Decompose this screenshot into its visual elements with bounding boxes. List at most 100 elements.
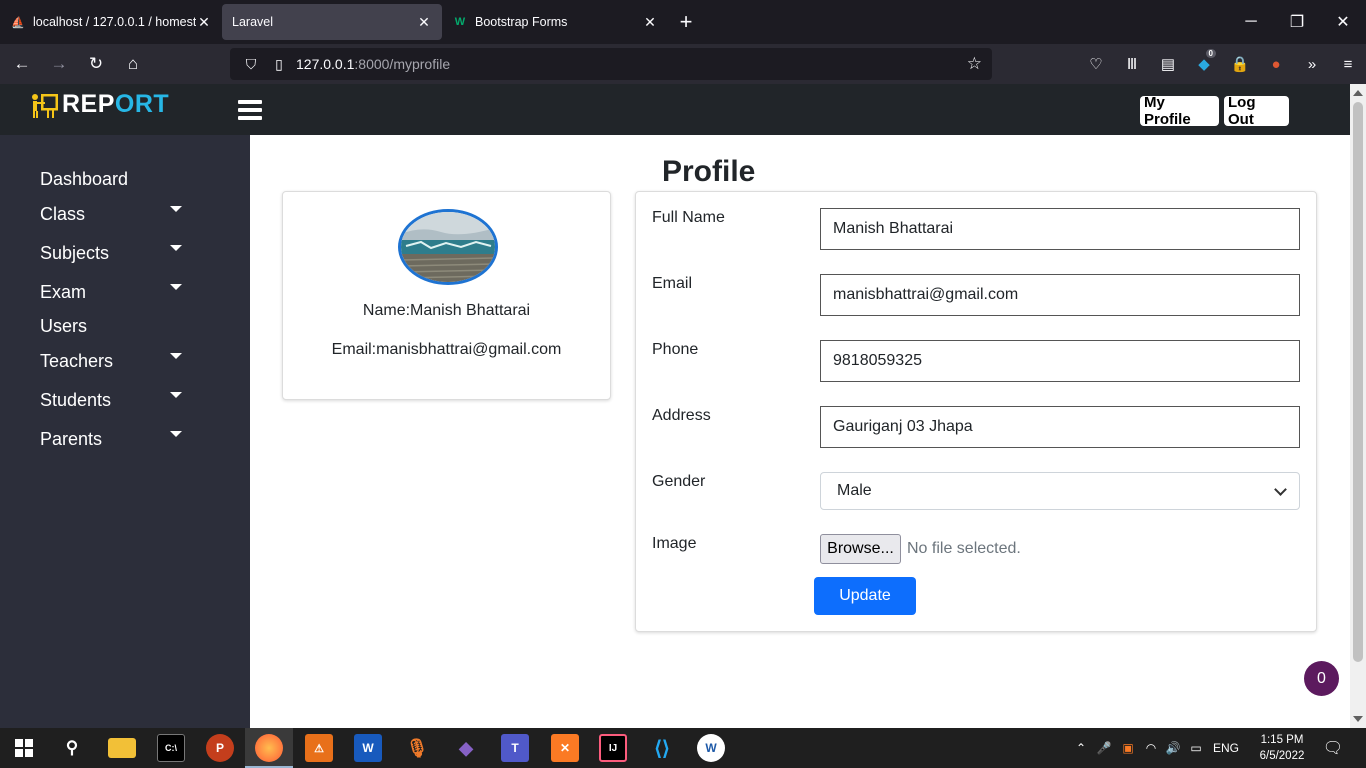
- xampp-icon[interactable]: ✕: [551, 734, 579, 762]
- back-icon[interactable]: ←: [4, 48, 40, 80]
- minimize-icon[interactable]: ─: [1228, 0, 1274, 44]
- full-name-input[interactable]: [820, 208, 1300, 250]
- caret-down-icon: [170, 206, 182, 212]
- sidebar-item-label: Parents: [40, 428, 103, 449]
- sidebar-item-parents[interactable]: Parents: [40, 424, 190, 454]
- sidebar-item-label: Dashboard: [40, 168, 129, 189]
- pocket-icon[interactable]: ♡: [1078, 55, 1114, 73]
- close-icon[interactable]: ✕: [416, 14, 432, 31]
- my-profile-button[interactable]: My Profile: [1140, 94, 1219, 128]
- tab-phpmyadmin[interactable]: ⛵ localhost / 127.0.0.1 / homestead ✕: [0, 4, 222, 40]
- address-bar[interactable]: ⛉ ▯ 127.0.0.1:8000/myprofile ☆: [230, 48, 992, 80]
- battery-icon[interactable]: ▭: [1184, 741, 1208, 755]
- sidebar-item-teachers[interactable]: Teachers: [40, 346, 190, 376]
- library-icon[interactable]: Ⅲ: [1114, 55, 1150, 73]
- new-tab-button[interactable]: +: [668, 4, 704, 40]
- sidebar-item-users[interactable]: Users: [40, 311, 190, 341]
- xampp-tray-icon[interactable]: ▣: [1116, 741, 1140, 755]
- sidebar: Dashboard Class Subjects Exam Users Teac…: [0, 135, 250, 728]
- search-icon[interactable]: ⚲: [58, 734, 86, 762]
- scrollbar-thumb[interactable]: [1353, 102, 1363, 662]
- bookmark-star-icon[interactable]: ☆: [967, 54, 982, 74]
- browse-file-button[interactable]: Browse...: [820, 534, 901, 564]
- language-indicator[interactable]: ENG: [1208, 741, 1244, 755]
- app-circle-icon[interactable]: W: [697, 734, 725, 762]
- duckduckgo-icon[interactable]: ●: [1258, 56, 1294, 73]
- window-controls: ─ ❐ ✕: [1228, 0, 1366, 44]
- intellij-icon[interactable]: IJ: [599, 734, 627, 762]
- sidebar-item-exam[interactable]: Exam: [40, 277, 190, 307]
- extension-icon[interactable]: ◆ 0: [1186, 49, 1222, 73]
- restore-icon[interactable]: ❐: [1274, 0, 1320, 44]
- teacher-board-icon: [32, 93, 58, 118]
- word-icon[interactable]: W: [354, 734, 382, 762]
- image-label: Image: [652, 535, 697, 552]
- powerpoint-icon[interactable]: P: [206, 734, 234, 762]
- gender-selected-value: Male: [837, 482, 872, 499]
- email-label: Email: [652, 275, 693, 292]
- sidebar-item-dashboard[interactable]: Dashboard: [40, 164, 190, 194]
- logo[interactable]: REP ORT: [30, 90, 169, 119]
- address-input[interactable]: [820, 406, 1300, 448]
- windows-start-icon[interactable]: [10, 734, 38, 762]
- notification-icon[interactable]: 🗨: [1322, 728, 1344, 768]
- file-explorer-icon[interactable]: [108, 738, 136, 758]
- wifi-icon[interactable]: ◠: [1140, 741, 1162, 755]
- app-icon[interactable]: ⚠: [305, 734, 333, 762]
- logo-text-ort: ORT: [114, 90, 170, 118]
- file-status-text: No file selected.: [907, 540, 1021, 557]
- page-scrollbar[interactable]: [1350, 84, 1366, 728]
- email-input[interactable]: [820, 274, 1300, 316]
- page-icon: ▯: [275, 55, 283, 72]
- tab-title: Bootstrap Forms: [475, 15, 568, 29]
- hamburger-menu-icon[interactable]: [238, 100, 262, 120]
- avatar-photo: [401, 212, 495, 282]
- clock[interactable]: 1:15 PM 6/5/2022: [1252, 732, 1312, 764]
- extension-badge: 0: [1205, 49, 1216, 58]
- system-tray: ⌃ 🎤 ▣ ◠ 🔊 ▭ ENG: [1070, 728, 1244, 768]
- date: 6/5/2022: [1259, 750, 1305, 762]
- full-name-label: Full Name: [652, 209, 725, 226]
- visual-studio-icon[interactable]: ◆: [452, 734, 480, 762]
- more-tools-icon[interactable]: »: [1294, 56, 1330, 73]
- taskbar: ⚲ C:\ P ⚠ W 🎙 ◆ T ✕ IJ ⟨⟩ W ⌃ 🎤 ▣ ◠ 🔊 ▭ …: [0, 728, 1366, 768]
- main-content: Profile Name:Manish Bhattarai Email:mani…: [250, 135, 1350, 728]
- chevron-down-icon: [1274, 483, 1287, 496]
- close-icon[interactable]: ✕: [196, 14, 212, 31]
- url-path: :8000/myprofile: [354, 56, 451, 72]
- teams-icon[interactable]: T: [501, 734, 529, 762]
- sidebar-item-subjects[interactable]: Subjects: [40, 238, 190, 268]
- phone-label: Phone: [652, 341, 699, 358]
- forward-icon[interactable]: →: [41, 48, 77, 80]
- phone-input[interactable]: [820, 340, 1300, 382]
- caret-down-icon: [170, 245, 182, 251]
- scroll-down-icon[interactable]: [1353, 716, 1363, 722]
- reload-icon[interactable]: ↻: [78, 48, 114, 80]
- avatar: [398, 209, 498, 285]
- close-window-icon[interactable]: ✕: [1320, 0, 1366, 44]
- gender-select[interactable]: Male: [820, 472, 1300, 510]
- scroll-up-icon[interactable]: [1353, 90, 1363, 96]
- firefox-icon[interactable]: [255, 734, 283, 762]
- tab-bootstrap-forms[interactable]: W Bootstrap Forms ✕: [442, 4, 668, 40]
- tab-laravel[interactable]: Laravel ✕: [222, 4, 442, 40]
- volume-icon[interactable]: 🔊: [1162, 741, 1184, 755]
- update-button[interactable]: Update: [814, 577, 916, 615]
- chat-widget-button[interactable]: 0: [1304, 661, 1339, 696]
- logout-button[interactable]: Log Out: [1224, 94, 1289, 128]
- caret-down-icon: [170, 353, 182, 359]
- profile-email: Email:manisbhattrai@gmail.com: [331, 341, 562, 358]
- voice-recorder-icon[interactable]: 🎙: [403, 734, 431, 762]
- terminal-icon[interactable]: C:\: [157, 734, 185, 762]
- close-icon[interactable]: ✕: [642, 14, 658, 31]
- menu-icon[interactable]: ≡: [1330, 56, 1366, 73]
- sidebar-item-students[interactable]: Students: [40, 385, 190, 415]
- microphone-icon[interactable]: 🎤: [1092, 741, 1116, 755]
- shield-icon[interactable]: ⛉: [240, 56, 262, 73]
- vscode-icon[interactable]: ⟨⟩: [648, 734, 676, 762]
- chevron-up-icon[interactable]: ⌃: [1070, 741, 1092, 755]
- sidebar-item-class[interactable]: Class: [40, 199, 190, 229]
- lock-extension-icon[interactable]: 🔒: [1222, 55, 1258, 73]
- sidebar-icon[interactable]: ▤: [1150, 55, 1186, 73]
- home-icon[interactable]: ⌂: [115, 48, 151, 80]
